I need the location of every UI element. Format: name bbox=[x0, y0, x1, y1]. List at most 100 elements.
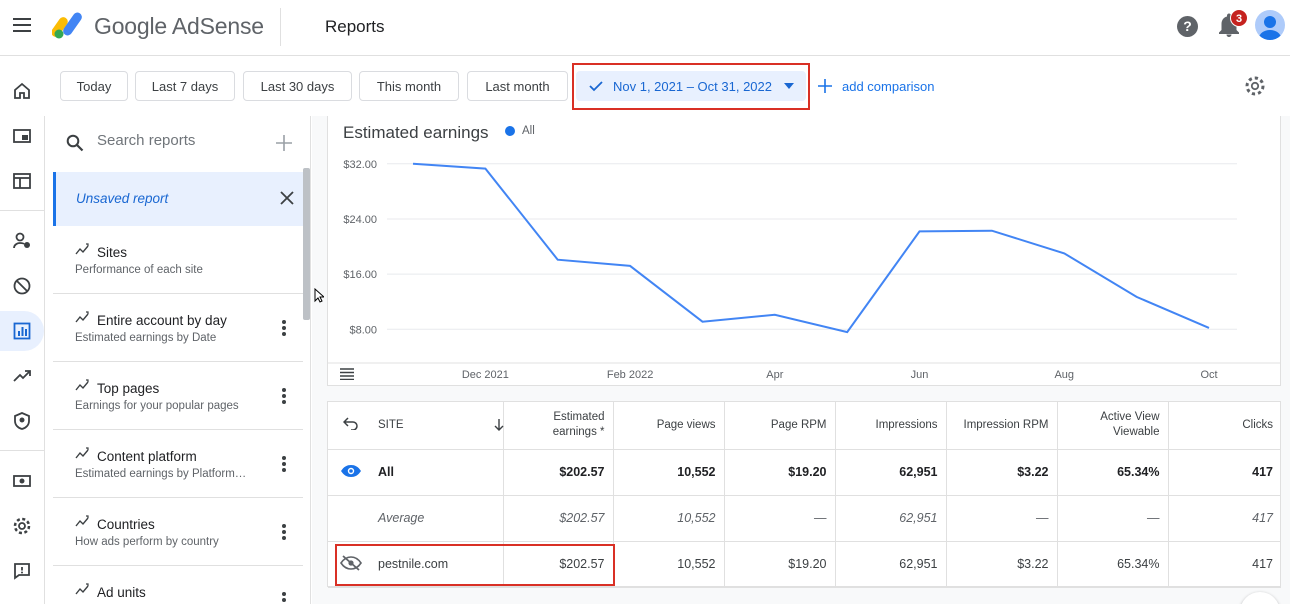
table-cell: 65.34% bbox=[1057, 449, 1169, 496]
search-reports-row bbox=[53, 116, 310, 170]
x-tick-label: Oct bbox=[1200, 369, 1217, 381]
header-clicks[interactable]: Clicks bbox=[1168, 402, 1281, 450]
rail-home[interactable] bbox=[0, 71, 44, 111]
rail-ads[interactable] bbox=[0, 116, 44, 156]
report-title: Top pages bbox=[97, 381, 160, 396]
table-cell: 65.34% bbox=[1057, 541, 1169, 588]
header-site[interactable]: SITE bbox=[374, 402, 504, 450]
header-back-cell[interactable] bbox=[328, 402, 374, 450]
chip-last-7-days[interactable]: Last 7 days bbox=[135, 71, 235, 101]
more-vert-icon[interactable] bbox=[279, 454, 289, 474]
user-avatar[interactable] bbox=[1255, 10, 1285, 40]
more-vert-icon[interactable] bbox=[279, 590, 289, 604]
more-vert-icon[interactable] bbox=[279, 386, 289, 406]
reports-icon bbox=[13, 322, 31, 340]
data-point[interactable] bbox=[555, 257, 561, 263]
data-point[interactable] bbox=[1134, 294, 1140, 300]
rail-optimization[interactable] bbox=[0, 356, 44, 396]
sparkline-icon bbox=[75, 243, 89, 255]
table-cell: 417 bbox=[1168, 449, 1281, 496]
close-icon[interactable] bbox=[278, 189, 296, 207]
more-vert-icon[interactable] bbox=[279, 318, 289, 338]
main-menu-icon[interactable] bbox=[11, 14, 33, 36]
reports-scrollbar[interactable] bbox=[303, 168, 310, 320]
unsaved-report-label: Unsaved report bbox=[76, 191, 169, 206]
date-range-highlight bbox=[572, 63, 810, 110]
report-item-entire-account-by-day[interactable]: Entire account by day Estimated earnings… bbox=[53, 294, 303, 362]
report-subtitle: Estimated earnings by Platform… bbox=[75, 468, 247, 480]
report-item-countries[interactable]: Countries How ads perform by country bbox=[53, 498, 303, 566]
data-point[interactable] bbox=[410, 161, 416, 167]
header-impression-rpm[interactable]: Impression RPM bbox=[946, 402, 1058, 450]
data-point[interactable] bbox=[1061, 250, 1067, 256]
data-point[interactable] bbox=[772, 312, 778, 318]
report-item-content-platform[interactable]: Content platform Estimated earnings by P… bbox=[53, 430, 303, 498]
header-active-view-viewable[interactable]: Active View Viewable bbox=[1057, 402, 1169, 450]
undo-icon bbox=[342, 417, 358, 431]
report-item-top-pages[interactable]: Top pages Earnings for your popular page… bbox=[53, 362, 303, 430]
series-line-all[interactable] bbox=[412, 162, 1210, 334]
help-icon[interactable]: ? bbox=[1177, 16, 1198, 37]
table-cell: 10,552 bbox=[613, 541, 725, 588]
visibility-cell[interactable] bbox=[328, 449, 374, 496]
brand-name: Google AdSense bbox=[94, 13, 264, 39]
y-tick-label: $8.00 bbox=[349, 324, 377, 336]
table-cell: 10,552 bbox=[613, 495, 725, 542]
table-cell: 417 bbox=[1168, 541, 1281, 588]
earnings-line-chart[interactable]: $8.00 $16.00 $24.00 $32.00 Dec 2021 Feb 2022 A… bbox=[327, 150, 1281, 385]
rail-feedback[interactable] bbox=[0, 551, 44, 591]
rail-settings[interactable] bbox=[0, 506, 44, 546]
user-silhouette-icon bbox=[1259, 16, 1281, 40]
home-icon bbox=[14, 82, 30, 99]
rail-payments[interactable] bbox=[0, 461, 44, 501]
chip-last-month[interactable]: Last month bbox=[467, 71, 568, 101]
unsaved-report-item[interactable]: Unsaved report bbox=[53, 172, 303, 226]
y-tick-label: $24.00 bbox=[343, 214, 377, 226]
new-report-plus-icon[interactable] bbox=[276, 135, 292, 151]
report-item-sites[interactable]: Sites Performance of each site bbox=[53, 226, 303, 294]
data-point[interactable] bbox=[699, 319, 705, 325]
table-cell: 62,951 bbox=[835, 541, 947, 588]
sparkline-icon bbox=[75, 379, 89, 391]
data-point[interactable] bbox=[917, 228, 923, 234]
chip-last-30-days[interactable]: Last 30 days bbox=[243, 71, 352, 101]
rail-privacy[interactable] bbox=[0, 401, 44, 441]
rail-sites[interactable] bbox=[0, 161, 44, 201]
chart-menu-icon[interactable] bbox=[340, 368, 354, 380]
rail-blocking[interactable] bbox=[0, 266, 44, 306]
rail-account[interactable] bbox=[0, 221, 44, 261]
data-point[interactable] bbox=[844, 329, 850, 335]
report-title: Sites bbox=[97, 245, 128, 260]
search-reports-input[interactable] bbox=[97, 132, 267, 149]
header-page-views[interactable]: Page views bbox=[613, 402, 725, 450]
add-comparison-button[interactable]: add comparison bbox=[818, 75, 935, 97]
header-impressions[interactable]: Impressions bbox=[835, 402, 947, 450]
report-title: Ad units bbox=[97, 585, 146, 600]
data-point[interactable] bbox=[1206, 325, 1212, 331]
sparkline-icon bbox=[75, 447, 89, 459]
more-vert-icon[interactable] bbox=[279, 522, 289, 542]
y-tick-label: $16.00 bbox=[343, 269, 377, 281]
data-point[interactable] bbox=[482, 166, 488, 172]
sparkline-icon bbox=[75, 515, 89, 527]
rail-reports[interactable] bbox=[0, 311, 44, 351]
data-point[interactable] bbox=[627, 263, 633, 269]
header-estimated-earnings[interactable]: Estimated earnings * bbox=[503, 402, 614, 450]
header-page-rpm[interactable]: Page RPM bbox=[724, 402, 836, 450]
site-row-highlight bbox=[335, 544, 615, 586]
table-cell: 417 bbox=[1168, 495, 1281, 542]
x-tick-label: Aug bbox=[1054, 369, 1074, 381]
legend-label: All bbox=[522, 125, 535, 137]
table-row-average: Average $202.57 10,552 — 62,951 — — 417 bbox=[328, 495, 1281, 542]
report-item-ad-units[interactable]: Ad units bbox=[53, 566, 303, 604]
table-cell: $3.22 bbox=[946, 449, 1058, 496]
data-point[interactable] bbox=[989, 228, 995, 234]
chip-this-month[interactable]: This month bbox=[359, 71, 459, 101]
report-settings-gear-icon[interactable] bbox=[1243, 74, 1267, 98]
table-cell: $202.57 bbox=[503, 495, 614, 542]
panel-divider bbox=[44, 116, 45, 604]
chip-today[interactable]: Today bbox=[60, 71, 128, 101]
sparkline-icon bbox=[75, 311, 89, 323]
table-cell: $19.20 bbox=[724, 449, 836, 496]
account-icon bbox=[13, 232, 30, 249]
